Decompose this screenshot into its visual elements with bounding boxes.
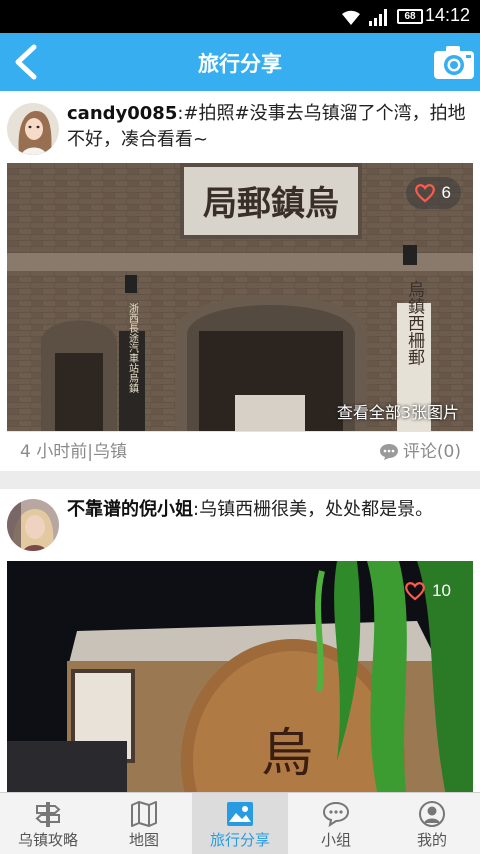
tab-label: 地图 [128, 831, 159, 849]
tab-label: 小组 [320, 831, 351, 849]
person-icon [419, 801, 445, 827]
status-bar: 68 14:12 [0, 0, 480, 33]
heart-icon [405, 582, 426, 601]
map-icon [131, 801, 157, 827]
comment-button[interactable]: 评论(0) [379, 432, 461, 472]
feed-list[interactable]: candy0085:#拍照#没事去乌镇溜了个湾，拍地不好，凑合看看~ 局郵鎮烏 [0, 91, 480, 792]
tab-group[interactable]: 小组 [288, 793, 384, 854]
tab-map[interactable]: 地图 [96, 793, 192, 854]
signpost-icon [35, 802, 61, 827]
tab-guide[interactable]: 乌镇攻略 [0, 793, 96, 854]
avatar[interactable] [7, 103, 59, 155]
like-count: 6 [441, 183, 451, 202]
camera-icon[interactable] [432, 43, 476, 81]
signal-icon [369, 9, 387, 26]
like-count: 10 [432, 581, 451, 600]
feed-post[interactable]: 不靠谱的倪小姐:乌镇西栅很美，处处都是景。 烏 10 [0, 489, 480, 792]
view-all-photos-link[interactable]: 查看全部3张图片 [337, 399, 459, 423]
wifi-icon [342, 10, 360, 25]
left-sign-text: 浙西長途汽車站烏鎮 [127, 303, 139, 394]
post-username[interactable]: candy0085 [67, 103, 177, 124]
tab-label: 旅行分享 [209, 831, 270, 849]
post-photo[interactable]: 局郵鎮烏 浙西長途汽車站烏鎮 烏鎮西柵郵 6 查看全部3张图片 [7, 163, 473, 431]
comment-count: 评论(0) [402, 442, 461, 462]
post-photo[interactable]: 烏 10 [7, 561, 473, 792]
chat-bubbles-icon [322, 801, 350, 828]
right-sign-text: 烏鎮西柵郵 [404, 280, 425, 365]
heart-icon [414, 184, 435, 203]
photo-icon [227, 802, 253, 826]
tab-label: 乌镇攻略 [17, 831, 78, 849]
tab-travel-share[interactable]: 旅行分享 [192, 793, 288, 854]
post-username[interactable]: 不靠谱的倪小姐 [67, 499, 193, 520]
like-button[interactable]: 6 [405, 177, 461, 209]
tab-mine[interactable]: 我的 [384, 793, 480, 854]
post-time-location: 4 小时前|乌镇 [20, 442, 127, 462]
page-title: 旅行分享 [198, 52, 282, 76]
post-caption: candy0085:#拍照#没事去乌镇溜了个湾，拍地不好，凑合看看~ [67, 101, 468, 153]
door-text: 烏 [261, 724, 313, 784]
avatar[interactable] [7, 499, 59, 551]
like-button[interactable]: 10 [396, 575, 461, 607]
bottom-tab-bar: 乌镇攻略 地图 旅行分享 小组 我的 [0, 792, 480, 854]
clock: 14:12 [424, 5, 470, 25]
title-bar: 旅行分享 [0, 33, 480, 91]
post-meta: 4 小时前|乌镇 评论(0) [7, 431, 473, 471]
post-caption: 不靠谱的倪小姐:乌镇西栅很美，处处都是景。 [67, 497, 468, 523]
tab-label: 我的 [416, 831, 447, 849]
battery-indicator: 68 [397, 9, 423, 24]
plaque-text: 局郵鎮烏 [203, 184, 339, 224]
feed-post[interactable]: candy0085:#拍照#没事去乌镇溜了个湾，拍地不好，凑合看看~ 局郵鎮烏 [0, 91, 480, 471]
comment-icon [379, 444, 398, 460]
post-text: :乌镇西栅很美，处处都是景。 [193, 499, 434, 520]
